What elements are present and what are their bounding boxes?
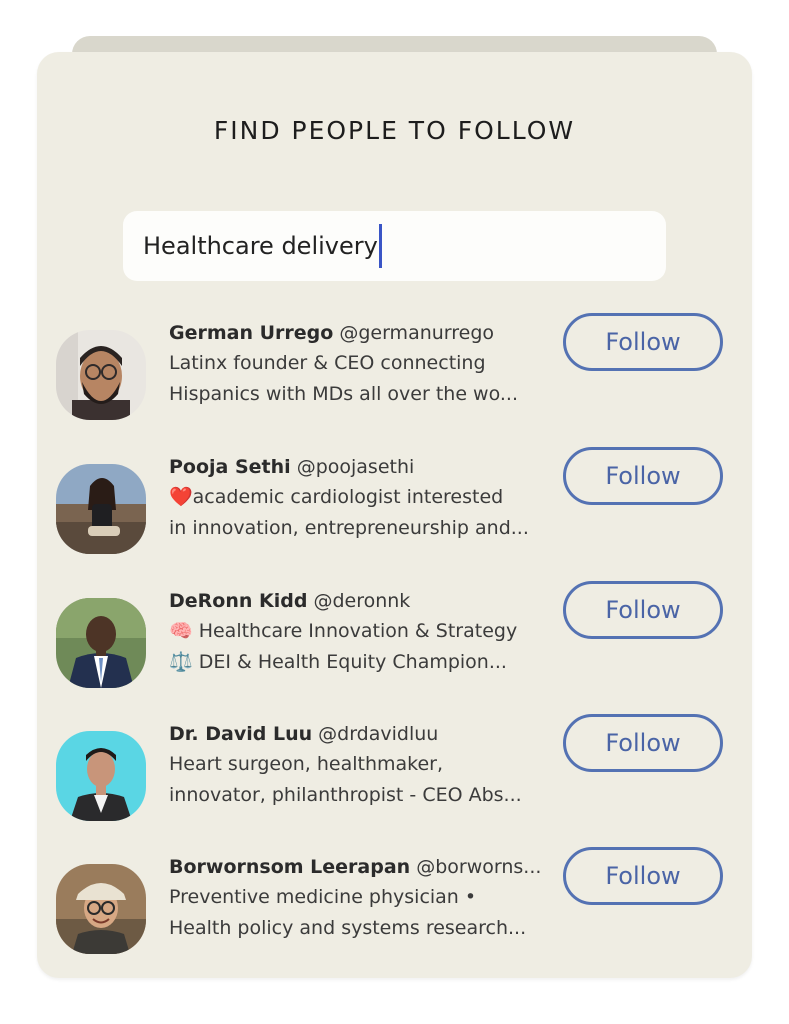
follow-button[interactable]: Follow [563,714,723,772]
list-item: Dr. David Luu @drdavidluu Heart surgeon, … [37,714,752,821]
follow-button[interactable]: Follow [563,581,723,639]
find-people-card: FIND PEOPLE TO FOLLOW Healthcare deliver… [37,52,752,978]
person-name[interactable]: Pooja Sethi [169,456,291,478]
page-title: FIND PEOPLE TO FOLLOW [213,116,576,145]
person-info: Borwornsom Leerapan @borworns... Preventi… [169,852,559,944]
list-item: German Urrego @germanurrego Latinx founde… [37,313,752,420]
person-bio-line: in innovation, entrepreneurship and... [169,517,529,539]
follow-button[interactable]: Follow [563,847,723,905]
person-bio-line: Preventive medicine physician • [169,886,477,908]
search-value: Healthcare delivery [143,232,378,260]
avatar[interactable] [56,864,146,954]
follow-button[interactable]: Follow [563,447,723,505]
avatar[interactable] [56,464,146,554]
person-name[interactable]: Dr. David Luu [169,723,312,745]
person-name[interactable]: Borwornsom Leerapan [169,856,410,878]
person-handle[interactable]: @deronnk [313,590,410,612]
person-bio-line: Heart surgeon, healthmaker, [169,753,443,775]
avatar[interactable] [56,731,146,821]
person-handle[interactable]: @poojasethi [297,456,415,478]
person-bio-line: ❤️academic cardiologist interested [169,486,504,508]
list-item: DeRonn Kidd @deronnk 🧠 Healthcare Innovat… [37,581,752,688]
text-caret [378,224,382,268]
person-bio-line: Latinx founder & CEO connecting [169,352,486,374]
person-bio-line: ⚖️ DEI & Health Equity Champion... [169,651,507,673]
person-bio-line: Hispanics with MDs all over the wo... [169,383,519,405]
person-handle[interactable]: @borworns... [416,856,541,878]
avatar[interactable] [56,330,146,420]
follow-button[interactable]: Follow [563,313,723,371]
person-bio-line: Health policy and systems research... [169,917,527,939]
person-bio-line: innovator, philanthropist - CEO Abs... [169,784,522,806]
list-item: Pooja Sethi @poojasethi ❤️academic cardio… [37,447,752,554]
person-info: German Urrego @germanurrego Latinx founde… [169,318,559,410]
avatar[interactable] [56,598,146,688]
list-item: Borwornsom Leerapan @borworns... Preventi… [37,847,752,954]
person-info: DeRonn Kidd @deronnk 🧠 Healthcare Innovat… [169,586,559,678]
person-info: Dr. David Luu @drdavidluu Heart surgeon, … [169,719,559,811]
person-info: Pooja Sethi @poojasethi ❤️academic cardio… [169,452,559,544]
search-input[interactable]: Healthcare delivery [123,211,666,281]
person-bio-line: 🧠 Healthcare Innovation & Strategy [169,620,518,642]
person-name[interactable]: DeRonn Kidd [169,590,307,612]
person-handle[interactable]: @germanurrego [339,322,494,344]
person-handle[interactable]: @drdavidluu [318,723,438,745]
person-name[interactable]: German Urrego [169,322,333,344]
